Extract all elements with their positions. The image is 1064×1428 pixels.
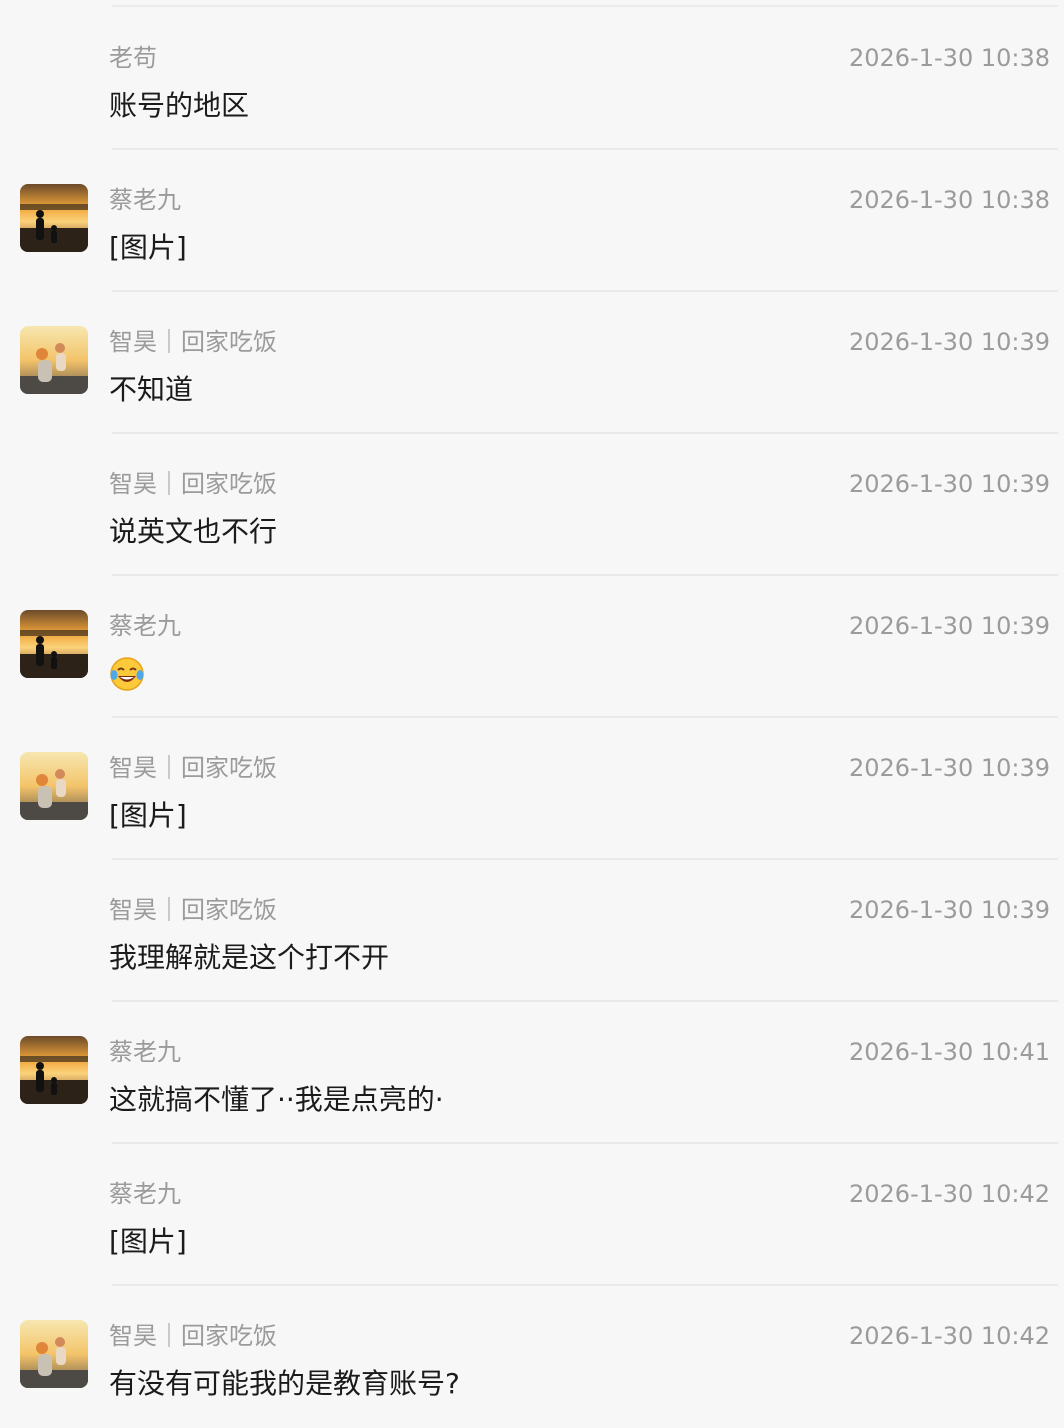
message-row[interactable]: 蔡老九 2026-1-30 10:39 [0,576,1064,718]
sunset-silhouette-avatar-icon [20,1036,88,1104]
message-row[interactable]: 智昊｜回家吃饭 2026-1-30 10:39 不知道 [0,292,1064,434]
avatar[interactable] [20,326,88,394]
sender-name[interactable]: 智昊｜回家吃饭 [109,464,277,504]
timestamp: 2026-1-30 10:39 [849,470,1050,498]
message-text: 我理解就是这个打不开 [109,941,390,974]
chat-message-list[interactable]: 老苟 2026-1-30 10:38 账号的地区 蔡老九 2026-1-30 1… [0,0,1064,1412]
message-text: 说英文也不行 [109,515,278,548]
sender-name[interactable]: 智昊｜回家吃饭 [109,322,277,362]
sender-name[interactable]: 老苟 [109,38,157,78]
message-row[interactable]: 蔡老九 2026-1-30 10:38 [图片] [0,150,1064,292]
message-text: 有没有可能我的是教育账号? [109,1367,460,1400]
sunset-silhouette-avatar-icon [20,184,88,252]
timestamp: 2026-1-30 10:41 [849,1038,1050,1066]
laughing-crying-emoji-icon [110,657,144,691]
message-text[interactable]: [图片] [109,794,187,838]
avatar[interactable] [20,1320,88,1388]
sunset-silhouette-avatar-icon [20,610,88,678]
sender-name[interactable]: 蔡老九 [109,180,181,220]
sender-name[interactable]: 蔡老九 [109,606,181,646]
timestamp: 2026-1-30 10:39 [849,612,1050,640]
message-text: 这就搞不懂了··我是点亮的· [109,1083,444,1116]
sunset-child-avatar-icon [20,326,88,394]
message-row[interactable]: 老苟 2026-1-30 10:38 账号的地区 [0,8,1064,150]
message-text[interactable]: [图片] [109,226,187,270]
message-text: 账号的地区 [109,89,250,122]
message-row[interactable]: 智昊｜回家吃饭 2026-1-30 10:42 有没有可能我的是教育账号? [0,1286,1064,1428]
avatar[interactable] [20,1036,88,1104]
sunset-child-avatar-icon [20,1320,88,1388]
avatar[interactable] [20,184,88,252]
timestamp: 2026-1-30 10:38 [849,186,1050,214]
message-row[interactable]: 智昊｜回家吃饭 2026-1-30 10:39 [图片] [0,718,1064,860]
message-row[interactable]: 智昊｜回家吃饭 2026-1-30 10:39 我理解就是这个打不开 [0,860,1064,1002]
message-text: 不知道 [109,373,194,406]
avatar[interactable] [20,752,88,820]
timestamp: 2026-1-30 10:39 [849,896,1050,924]
timestamp: 2026-1-30 10:42 [849,1180,1050,1208]
timestamp: 2026-1-30 10:39 [849,754,1050,782]
sender-name[interactable]: 蔡老九 [109,1174,181,1214]
sender-name[interactable]: 智昊｜回家吃饭 [109,748,277,788]
sender-name[interactable]: 智昊｜回家吃饭 [109,890,277,930]
message-row[interactable]: 蔡老九 2026-1-30 10:41 这就搞不懂了··我是点亮的· [0,1002,1064,1144]
timestamp: 2026-1-30 10:39 [849,328,1050,356]
message-row[interactable]: 智昊｜回家吃饭 2026-1-30 10:39 说英文也不行 [0,434,1064,576]
message-text[interactable]: [图片] [109,1220,187,1264]
sender-name[interactable]: 智昊｜回家吃饭 [109,1316,277,1356]
divider [112,5,1058,7]
avatar[interactable] [20,610,88,678]
timestamp: 2026-1-30 10:38 [849,44,1050,72]
sender-name[interactable]: 蔡老九 [109,1032,181,1072]
timestamp: 2026-1-30 10:42 [849,1322,1050,1350]
message-row[interactable]: 蔡老九 2026-1-30 10:42 [图片] [0,1144,1064,1286]
sunset-child-avatar-icon [20,752,88,820]
